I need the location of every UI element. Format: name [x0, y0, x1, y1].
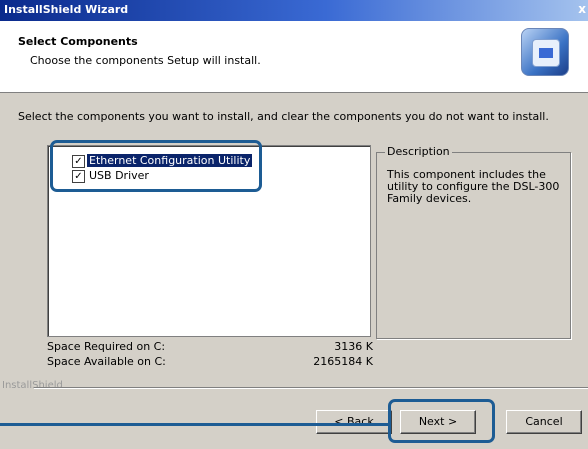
callout-components-highlight	[50, 140, 262, 192]
description-legend: Description	[385, 145, 452, 158]
wizard-header: Select Components Choose the components …	[0, 21, 588, 93]
cancel-button[interactable]: Cancel	[506, 410, 582, 434]
description-text: This component includes the utility to c…	[387, 168, 560, 205]
close-icon[interactable]: x	[578, 2, 586, 16]
title-bar[interactable]: InstallShield Wizard x	[0, 0, 588, 21]
back-button[interactable]: < Back	[316, 410, 392, 434]
space-available-value: 2165184 K	[313, 355, 373, 368]
installshield-computer-icon	[521, 28, 569, 76]
callout-next-highlight	[388, 399, 495, 443]
installshield-brand: InstallShield	[2, 380, 63, 391]
space-required-label: Space Required on C:	[47, 340, 166, 353]
description-group: Description This component includes the …	[376, 145, 571, 339]
space-required-value: 3136 K	[334, 340, 373, 353]
callout-leader-line	[0, 423, 388, 426]
space-available-label: Space Available on C:	[47, 355, 166, 368]
window-title: InstallShield Wizard	[4, 3, 129, 16]
page-subtitle: Choose the components Setup will install…	[30, 54, 261, 67]
page-title: Select Components	[18, 35, 138, 48]
divider	[34, 387, 588, 389]
installshield-wizard-window: InstallShield Wizard x Select Components…	[0, 0, 588, 449]
instructions-text: Select the components you want to instal…	[18, 110, 549, 123]
